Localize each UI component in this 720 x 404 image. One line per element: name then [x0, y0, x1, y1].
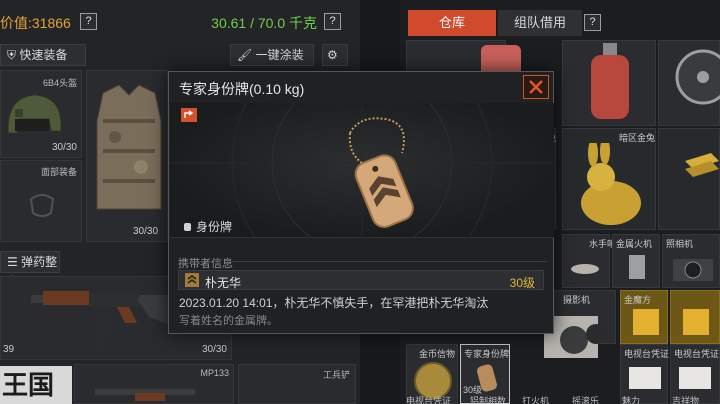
face-equipment-slot[interactable]: 面部装备 — [0, 160, 82, 242]
storage-cell-lighter[interactable]: 金属火机 — [612, 234, 660, 288]
storage-item-label: 魅力 — [622, 396, 641, 404]
share-button[interactable] — [181, 108, 197, 122]
rifle-ammo-count: 39 — [3, 344, 15, 355]
item-type: 身份牌 — [183, 218, 232, 235]
helmet-slot[interactable]: 6B4头盔 30/30 — [0, 70, 82, 158]
section-divider — [227, 261, 547, 262]
total-value: 价值:31866 — [0, 15, 71, 31]
storage-item-label: 金属火机 — [616, 239, 653, 249]
weight-help-button[interactable]: ? — [324, 13, 341, 30]
share-icon — [184, 110, 194, 118]
storage-item-label: 吉祥物 — [672, 396, 700, 404]
storage-item-label: 铝制相数 — [470, 396, 507, 404]
carrier-level: 30级 — [509, 276, 535, 290]
storage-item-label: 摄影机 — [563, 295, 591, 305]
storage-cell-gold-bar[interactable] — [658, 128, 720, 230]
mask-placeholder-icon — [29, 194, 55, 217]
settings-gear-button[interactable]: ⚙ — [322, 44, 348, 66]
storage-item-label: 打火机 — [522, 396, 550, 404]
melee-name: 工兵铲 — [323, 370, 351, 380]
one-click-paint-button[interactable]: 🖌 一键涂装 — [230, 44, 314, 66]
storage-cell-film-reel[interactable] — [658, 40, 720, 126]
armor-durability: 30/30 — [133, 226, 159, 237]
storage-cell-gold-rabbit[interactable]: 暗区金兔 — [562, 128, 656, 230]
storage-cell-camera[interactable]: 照相机 — [662, 234, 720, 288]
melee-weapon-slot[interactable]: 工兵铲 — [238, 364, 356, 404]
storage-item-label: 电视台凭证 — [674, 349, 720, 359]
storage-cell-gold-cube-2[interactable] — [670, 290, 720, 344]
rank-chevron-icon — [185, 273, 199, 287]
secondary-weapon-slot[interactable]: MP133 — [74, 364, 234, 404]
gear-icon: ⚙ — [327, 48, 338, 62]
storage-cell-gas-bottle[interactable] — [562, 40, 656, 126]
paint-brush-icon: 🖌 — [237, 48, 256, 62]
shotgun-icon — [95, 389, 195, 401]
game-logo: 王国 — [0, 366, 72, 404]
equip-icon: ⛨ — [7, 48, 20, 62]
carry-weight: 30.61 / 70.0 千克 — [211, 15, 317, 31]
gas-bottle-icon — [591, 43, 629, 119]
quick-equip-button[interactable]: ⛨ 快速装备 — [0, 44, 86, 66]
helmet-durability: 30/30 — [51, 142, 77, 153]
close-icon — [529, 80, 543, 94]
loadout-header: 价值:31866 ? 30.61 / 70.0 千克 ? — [0, 8, 355, 36]
tv-voucher-icon — [629, 367, 661, 389]
tab-warehouse[interactable]: 仓库 — [408, 10, 496, 36]
rifle-durability: 30/30 — [201, 344, 227, 355]
value-help-button[interactable]: ? — [80, 13, 97, 30]
gold-cube-icon — [683, 309, 709, 335]
storage-tabs: 仓库 组队借用 ? — [400, 10, 720, 36]
close-button[interactable] — [523, 75, 549, 99]
item-description: 写着姓名的金属牌。 — [179, 315, 278, 327]
storage-help-button[interactable]: ? — [584, 14, 601, 31]
camera-icon — [673, 259, 713, 281]
storage-cell-whistle[interactable]: 水手哨 — [562, 234, 616, 288]
gold-bar-icon — [685, 153, 719, 177]
gold-rabbit-icon — [581, 143, 641, 225]
elimination-record: 2023.01.20 14:01，朴无华不慎失手，在罕港把朴无华淘汰 — [179, 296, 489, 310]
storage-item-label: 照相机 — [666, 239, 694, 249]
shotgun-name: MP133 — [200, 368, 229, 378]
item-detail-modal: 专家身份牌(0.10 kg) 身份牌 携带者信息 朴无华 30级 2023.01… — [168, 71, 554, 334]
helmet-name: 6B4头盔 — [42, 78, 77, 88]
modal-title: 专家身份牌(0.10 kg) — [179, 81, 305, 97]
tab-team-borrow[interactable]: 组队借用 — [498, 10, 582, 36]
helmet-icon — [7, 94, 62, 134]
armor-slot[interactable]: 30/30 — [86, 70, 168, 242]
storage-item-label: 金魔方 — [624, 295, 652, 305]
assault-rifle-icon — [31, 291, 177, 349]
tag-icon — [184, 223, 191, 231]
storage-item-label: 电视台凭证 — [624, 349, 670, 359]
whistle-icon — [571, 264, 599, 274]
storage-bottom-row: 电视台凭证 铝制相数 打火机 摇滚乐 魅力 吉祥物 — [404, 394, 720, 404]
film-reel-icon — [675, 49, 720, 105]
face-slot-label: 面部装备 — [40, 167, 77, 177]
storage-item-label: 摇滚乐 — [572, 396, 600, 404]
ammo-resupply-button[interactable]: ☰ 弹药整备 — [0, 251, 60, 289]
carrier-name: 朴无华 — [205, 276, 242, 290]
dog-tag-icon — [348, 117, 414, 228]
body-armor-icon — [96, 84, 162, 210]
storage-cell-gold-cube[interactable]: 金魔方 — [620, 290, 668, 344]
metal-lighter-icon — [629, 255, 645, 279]
gold-cube-icon — [633, 309, 659, 335]
storage-item-label: 电视台凭证 — [406, 396, 452, 404]
carrier-section-label: 携带者信息 — [178, 258, 233, 270]
carrier-row: 朴无华 30级 — [178, 270, 544, 290]
tv-voucher-icon — [679, 367, 711, 389]
ammo-icon: ☰ — [7, 255, 22, 269]
